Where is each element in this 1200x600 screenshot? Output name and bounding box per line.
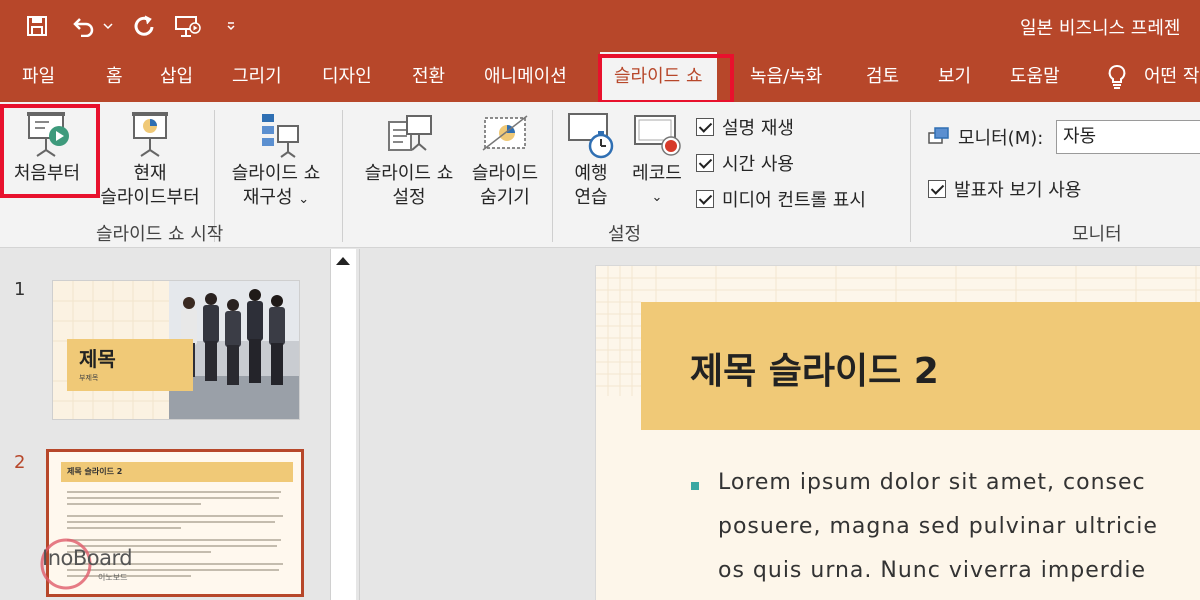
- tab-animations[interactable]: 애니메이션: [484, 52, 567, 102]
- monitor-icon: [928, 127, 949, 144]
- checkbox-checked-icon[interactable]: [928, 180, 946, 198]
- tab-recording[interactable]: 녹음/녹화: [750, 52, 822, 102]
- ribbon-separator: [552, 110, 553, 242]
- tab-transitions[interactable]: 전환: [412, 52, 445, 102]
- present-from-current-icon: [132, 112, 168, 157]
- play-narrations-label: 설명 재생: [722, 118, 794, 139]
- tell-me-label: 어떤 작: [1144, 66, 1200, 87]
- watermark-text: InoBoard: [42, 546, 133, 570]
- checkbox-checked-icon[interactable]: [696, 118, 714, 136]
- slide-number: 1: [14, 279, 26, 300]
- setup-show-label-2: 설정: [392, 187, 426, 208]
- title-bar: 일본 비즈니스 프레젠: [0, 0, 1200, 52]
- customize-qat-icon[interactable]: [222, 12, 240, 40]
- rehearse-label-1: 예행: [574, 163, 608, 184]
- lightbulb-icon: [1108, 65, 1126, 89]
- slide-thumbnail-1[interactable]: 제목 부제목: [52, 280, 300, 420]
- custom-show-label-2: 재구성 ⌄: [242, 187, 310, 208]
- rehearse-label-2: 연습: [574, 187, 608, 208]
- tab-design[interactable]: 디자인: [322, 52, 372, 102]
- tab-home[interactable]: 홈: [106, 52, 123, 102]
- record-button[interactable]: 레코드 ⌄: [626, 110, 688, 210]
- monitor-select[interactable]: 자동: [1056, 120, 1200, 154]
- tab-view[interactable]: 보기: [938, 52, 971, 102]
- thumb-subtitle: 부제목: [79, 374, 99, 382]
- chevron-down-icon[interactable]: ⌄: [626, 186, 688, 210]
- tab-file[interactable]: 파일: [22, 52, 55, 102]
- monitor-label: 모니터(M):: [958, 128, 1044, 149]
- checkbox-checked-icon[interactable]: [696, 190, 714, 208]
- presenter-view-checkbox[interactable]: 발표자 보기 사용: [928, 176, 1081, 202]
- slide-body-line[interactable]: os quis urna. Nunc viverra imperdie: [718, 558, 1146, 583]
- tab-draw[interactable]: 그리기: [232, 52, 282, 102]
- slide-number-selected: 2: [14, 452, 26, 473]
- slide-editor: 제목 슬라이드 2 Lorem ipsum dolor sit amet, co…: [361, 249, 1200, 600]
- record-label: 레코드: [632, 163, 682, 184]
- from-current-slide-button[interactable]: 현재 슬라이드부터: [92, 110, 208, 210]
- highlight-from-beginning: [0, 104, 100, 198]
- hide-slide-label-1: 슬라이드: [471, 163, 539, 184]
- chevron-down-icon: ⌄: [298, 192, 310, 207]
- custom-show-label-1: 슬라이드 쇼: [231, 163, 321, 184]
- from-current-label-1: 현재: [133, 163, 167, 184]
- slide-thumbnail-pane: 1 제목 부제목 2 제목 슬라이드 2 InoBoard 이노보드: [0, 249, 360, 600]
- current-slide[interactable]: 제목 슬라이드 2 Lorem ipsum dolor sit amet, co…: [595, 265, 1200, 600]
- slide-body-line[interactable]: Lorem ipsum dolor sit amet, consec: [718, 470, 1146, 495]
- rehearse-timings-button[interactable]: 예행 연습: [560, 110, 622, 210]
- setup-slide-show-button[interactable]: 슬라이드 쇼 설정: [354, 110, 464, 210]
- hide-slide-button[interactable]: 슬라이드 숨기기: [464, 110, 546, 210]
- scroll-up-arrow-icon[interactable]: [336, 257, 350, 265]
- tab-help[interactable]: 도움말: [1010, 52, 1060, 102]
- ribbon-slide-show: 처음부터 현재 슬라이드부터 슬라이드 쇼 재구성 ⌄ 슬라이드 쇼 시작 슬라…: [0, 102, 1200, 248]
- setup-show-label-1: 슬라이드 쇼: [364, 163, 454, 184]
- group-label-monitor: 모니터: [1072, 224, 1122, 245]
- bullet-marker: [691, 482, 699, 490]
- save-icon[interactable]: [22, 12, 52, 40]
- undo-dropdown-icon[interactable]: [100, 12, 116, 40]
- ribbon-separator: [342, 110, 343, 242]
- tab-review[interactable]: 검토: [866, 52, 899, 102]
- monitor-row: 모니터(M):: [928, 124, 1043, 150]
- from-current-label-2: 슬라이드부터: [100, 187, 200, 208]
- use-timings-checkbox[interactable]: 시간 사용: [696, 150, 794, 176]
- undo-icon[interactable]: [70, 12, 98, 40]
- tell-me-search[interactable]: 어떤 작: [1106, 52, 1199, 102]
- ribbon-separator: [910, 110, 911, 242]
- presenter-view-label: 발표자 보기 사용: [954, 180, 1082, 201]
- setup-show-icon: [388, 115, 432, 151]
- highlight-slide-show-tab: [598, 54, 734, 104]
- present-from-start-icon[interactable]: [172, 12, 204, 40]
- thumb-title: 제목 슬라이드 2: [67, 467, 123, 476]
- custom-slide-show-button[interactable]: 슬라이드 쇼 재구성 ⌄: [220, 110, 332, 212]
- group-label-start: 슬라이드 쇼 시작: [96, 224, 224, 245]
- checkbox-checked-icon[interactable]: [696, 154, 714, 172]
- custom-show-icon: [262, 114, 299, 158]
- use-timings-label: 시간 사용: [722, 154, 794, 175]
- group-label-setup: 설정: [608, 224, 642, 245]
- thumbnail-scrollbar[interactable]: [330, 249, 356, 600]
- show-media-controls-checkbox[interactable]: 미디어 컨트롤 표시: [696, 186, 866, 212]
- watermark-subtext: 이노보드: [98, 573, 128, 582]
- slide-title[interactable]: 제목 슬라이드 2: [690, 342, 939, 394]
- hide-slide-label-2: 숨기기: [480, 187, 530, 208]
- powerpoint-window: 일본 비즈니스 프레젠 파일 홈 삽입 그리기 디자인 전환 애니메이션 슬라이…: [0, 0, 1200, 600]
- document-title: 일본 비즈니스 프레젠: [1020, 18, 1181, 39]
- hide-slide-icon: [482, 115, 528, 151]
- stopwatch-icon: [568, 113, 614, 159]
- record-icon: [634, 115, 681, 156]
- play-narrations-checkbox[interactable]: 설명 재생: [696, 114, 794, 140]
- slide-body-line[interactable]: posuere, magna sed pulvinar ultricie: [718, 514, 1158, 539]
- show-media-controls-label: 미디어 컨트롤 표시: [722, 190, 866, 211]
- watermark-logo: InoBoard 이노보드: [36, 534, 146, 594]
- thumb-title: 제목: [79, 347, 116, 371]
- tab-insert[interactable]: 삽입: [160, 52, 193, 102]
- redo-icon[interactable]: [130, 12, 158, 40]
